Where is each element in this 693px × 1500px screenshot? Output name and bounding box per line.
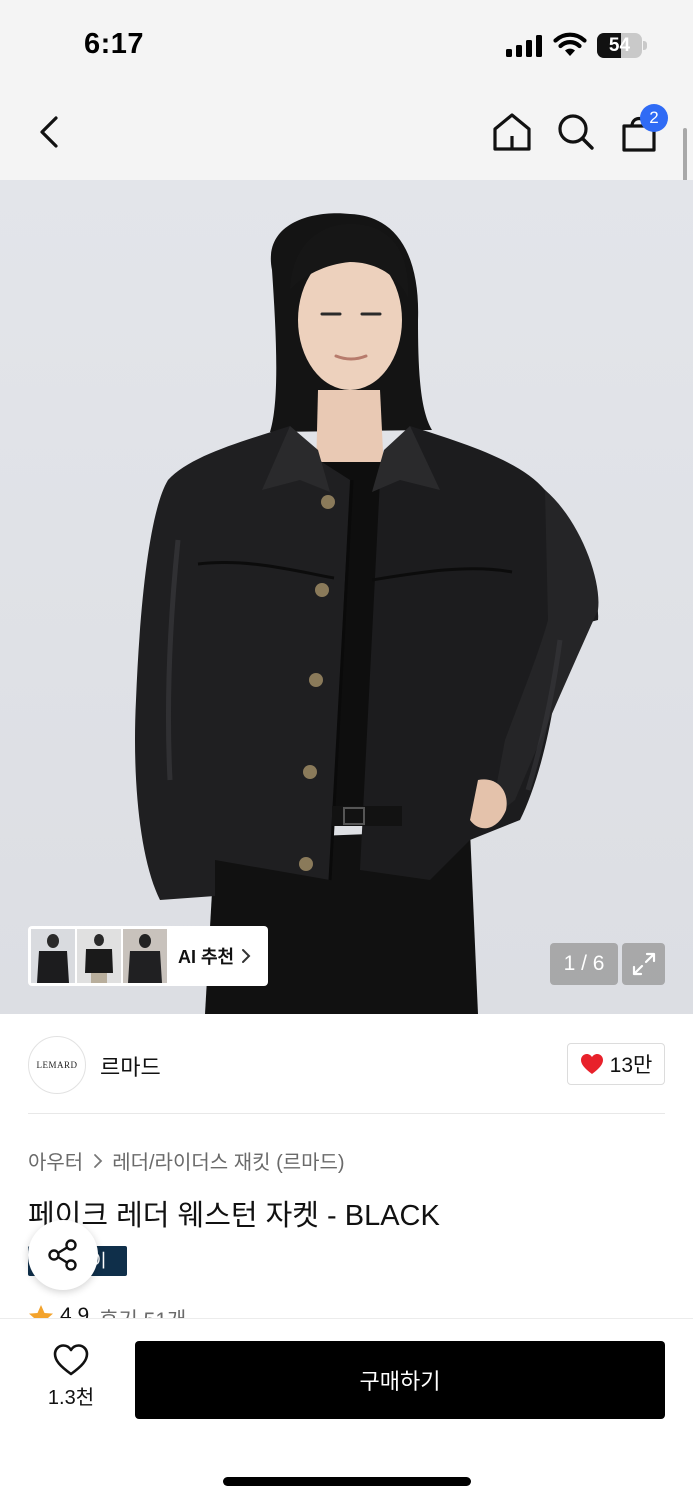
cart-count-badge: 2	[640, 104, 668, 132]
back-button[interactable]	[24, 106, 76, 158]
top-nav-bar: 2	[0, 92, 693, 180]
ai-thumbnail-2	[77, 929, 121, 983]
breadcrumb: 아우터 레더/라이더스 재킷 (르마드)	[28, 1146, 345, 1175]
chevron-right-icon	[242, 949, 251, 963]
bottom-action-bar: 1.3천 구매하기	[0, 1318, 693, 1500]
search-button[interactable]	[550, 106, 602, 158]
battery-percent: 54	[608, 35, 631, 56]
heart-outline-icon	[53, 1344, 89, 1376]
home-icon	[493, 113, 531, 151]
ai-recommendation-button[interactable]: AI 추천	[28, 926, 268, 986]
ai-thumbnail-1	[31, 929, 75, 983]
product-photo	[0, 180, 693, 1014]
status-time: 6:17	[84, 28, 145, 60]
share-icon	[48, 1239, 77, 1271]
heart-filled-icon	[580, 1054, 603, 1074]
expand-image-button[interactable]	[622, 943, 665, 985]
cellular-signal-icon	[506, 35, 544, 57]
buy-button[interactable]: 구매하기	[135, 1341, 665, 1419]
battery-icon: 54	[597, 33, 647, 58]
breadcrumb-item-category[interactable]: 레더/라이더스 재킷 (르마드)	[112, 1146, 344, 1175]
search-icon	[558, 114, 594, 150]
wishlist-button[interactable]: 1.3천	[30, 1343, 112, 1415]
wishlist-count: 1.3천	[47, 1387, 95, 1409]
ai-thumbnail-3	[123, 929, 167, 983]
product-title: 페이크 레더 웨스턴 자켓 - BLACK	[28, 1200, 440, 1232]
section-divider	[28, 1113, 665, 1114]
cart-button[interactable]: 2	[613, 104, 668, 158]
brand-name[interactable]: 르마드	[100, 1050, 161, 1082]
breadcrumb-item-outer[interactable]: 아우터	[28, 1146, 83, 1175]
wifi-icon	[553, 32, 587, 58]
brand-like-button[interactable]: 13만	[567, 1043, 665, 1085]
brand-row[interactable]: LEMARD 르마드 13만	[0, 1014, 693, 1114]
product-image-carousel[interactable]: AI 추천 1 / 6	[0, 180, 693, 1014]
home-button[interactable]	[486, 106, 538, 158]
ai-recommend-label: AI 추천	[178, 947, 235, 967]
image-page-counter: 1 / 6	[550, 943, 618, 985]
status-bar: 6:17 54	[0, 0, 693, 92]
share-button[interactable]	[28, 1220, 98, 1290]
brand-like-count: 13만	[609, 1054, 653, 1077]
chevron-left-icon	[40, 116, 58, 148]
brand-logo[interactable]: LEMARD	[28, 1036, 86, 1094]
chevron-right-icon	[93, 1153, 103, 1169]
brand-logo-text: LEMARD	[36, 1060, 78, 1070]
buy-button-label: 구매하기	[359, 1369, 441, 1394]
home-indicator	[223, 1477, 471, 1486]
expand-icon	[632, 952, 655, 976]
